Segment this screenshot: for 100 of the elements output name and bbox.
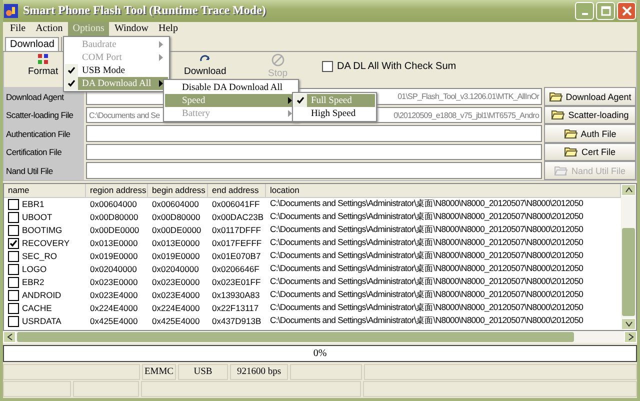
table-cell-text: 0x023E01FF xyxy=(211,277,262,288)
table-cell: RECOVERY xyxy=(22,238,70,248)
table-cell-text: C:\Documents and Settings\Administrator\桌面\N8000\N8000_20120507\N8000\2012050 xyxy=(269,289,584,302)
table-cell-text: 0x006041FF xyxy=(211,199,261,210)
menu-item[interactable]: Action xyxy=(30,22,68,36)
menu-option[interactable]: USB Mode xyxy=(65,64,168,77)
table-cell-text: 0x425E4000 xyxy=(89,316,139,326)
table-cell-text: C:\Documents and Settings\Administrator\桌面\N8000\N8000_20120507\N8000\2012050 xyxy=(269,224,584,236)
progress-text: 0% xyxy=(313,348,327,360)
folder-icon xyxy=(564,128,578,139)
window-title: Smart Phone Flash Tool (Runtime Trace Mode) xyxy=(23,3,267,18)
row-checkbox[interactable] xyxy=(8,264,19,275)
table-cell-text: C:\Documents and Settings\Administrator\桌面\N8000\N8000_20120507\N8000\2012050 xyxy=(269,211,584,224)
table-cell-text: 0x00DE0000 xyxy=(151,225,202,236)
table-cell-text: C:\Documents and Settings\Administrator\桌面\N8000\N8000_20120507\N8000\2012050 xyxy=(269,263,584,276)
table-cell-text: 0x01E070B7 xyxy=(211,251,262,262)
maximize-icon xyxy=(600,6,610,16)
table-cell-text: 0x013E0000 xyxy=(89,238,139,248)
table-cell-text: 0x224E4000 xyxy=(151,303,201,314)
path-text: C:\Documents and Se xyxy=(89,110,160,120)
close-button[interactable] xyxy=(617,2,636,20)
row-checkbox[interactable] xyxy=(8,212,19,223)
table-cell: EBR2 xyxy=(22,277,44,288)
table-cell-text: 0x023E0000 xyxy=(89,277,139,288)
table-cell-text: 0x019E0000 xyxy=(151,251,201,262)
row-checkbox[interactable] xyxy=(8,250,19,262)
table-cell: ANDROID xyxy=(22,290,62,300)
table-cell-text: 0x017FEFFF xyxy=(211,238,263,248)
table-cell-text: 0x00604000 xyxy=(151,199,200,210)
file-button[interactable]: Auth File xyxy=(544,124,636,143)
submenu-arrow-icon xyxy=(159,80,164,87)
table-cell-text: 0x00DE0000 xyxy=(89,225,140,236)
table-cell: UBOOT xyxy=(22,212,52,222)
column-header[interactable]: name xyxy=(4,184,86,197)
close-icon xyxy=(622,6,632,16)
file-path-field[interactable] xyxy=(86,125,542,142)
vertical-scrollbar[interactable] xyxy=(621,184,636,330)
table-cell-text: 0x02040000 xyxy=(151,264,200,274)
check-icon xyxy=(296,96,305,105)
column-header[interactable]: begin address xyxy=(148,184,208,197)
format-icon xyxy=(37,53,50,66)
field-label: Nand Util File xyxy=(4,161,84,180)
table-cell: CACHE xyxy=(22,303,52,314)
table-cell-text: C:\Documents and Settings\Administrator\桌面\N8000\N8000_20120507\N8000\2012050 xyxy=(269,276,584,288)
scroll-down-icon xyxy=(624,320,632,327)
minimize-icon xyxy=(582,12,588,15)
table-cell-text: 0x013E0000 xyxy=(151,238,201,248)
menu-option[interactable]: High Speed xyxy=(294,107,375,120)
checksum-checkbox[interactable]: DA DL All With Check Sum xyxy=(322,61,456,72)
folder-icon xyxy=(554,166,568,176)
column-header[interactable]: region address xyxy=(86,184,148,197)
table-cell-text: 0x019E0000 xyxy=(89,251,139,262)
row-checkbox[interactable] xyxy=(8,238,19,249)
table-cell-text: 0x02040000 xyxy=(89,264,138,274)
path-text: 01\SP_Flash_Tool_v3.1206.01\MTK_AllInOr xyxy=(398,92,539,102)
table-cell-text: 0x00D80000 xyxy=(151,212,202,222)
field-label: Scatter-loading File xyxy=(4,106,84,124)
format-button[interactable]: Format xyxy=(26,53,60,78)
table-cell-text: 0x023E0000 xyxy=(151,277,201,288)
table-cell: LOGO xyxy=(22,264,47,274)
field-label: Certification File xyxy=(4,142,84,162)
table-cell-text: 0x0206646F xyxy=(211,264,260,274)
status-text: EMMC xyxy=(142,364,176,380)
table-cell-text: 0x023E4000 xyxy=(151,290,201,300)
table-cell-text: 0x437D913B xyxy=(211,316,262,326)
file-path-field[interactable] xyxy=(86,144,542,160)
horizontal-scrollbar[interactable] xyxy=(3,330,637,343)
file-button[interactable]: Cert File xyxy=(544,142,636,162)
table-cell-text: 0x00604000 xyxy=(89,199,138,210)
row-checkbox[interactable] xyxy=(8,316,19,327)
table-cell: SEC_RO xyxy=(22,251,57,262)
column-header[interactable]: end address xyxy=(208,184,266,197)
row-checkbox[interactable] xyxy=(8,224,19,236)
status-text: USB xyxy=(178,364,228,380)
scroll-up-icon xyxy=(624,186,632,193)
menu-item[interactable]: Help xyxy=(154,22,183,36)
file-button[interactable]: Scatter-loading xyxy=(544,106,636,124)
row-checkbox[interactable] xyxy=(8,276,19,288)
path-text: 0\20120509_e1808_v75_jbl1\MT6575_Andro xyxy=(394,110,539,120)
table-cell-text: 0x22F13117 xyxy=(211,303,260,314)
file-path-field[interactable] xyxy=(86,162,542,179)
field-label: Authentication File xyxy=(4,124,84,143)
menu-item[interactable]: File xyxy=(5,22,31,36)
row-checkbox[interactable] xyxy=(8,302,19,314)
row-checkbox[interactable] xyxy=(8,198,19,210)
row-checkbox[interactable] xyxy=(8,290,19,301)
menu-item[interactable]: Window xyxy=(109,22,154,36)
folder-icon xyxy=(548,92,563,102)
field-label: Download Agent xyxy=(4,87,84,106)
table-cell: BOOTIMG xyxy=(22,225,62,236)
table-cell-text: C:\Documents and Settings\Administrator\桌面\N8000\N8000_20120507\N8000\2012050 xyxy=(269,302,584,314)
scroll-right-icon xyxy=(628,332,634,341)
download-button[interactable]: Download xyxy=(182,53,228,78)
table-cell-text: C:\Documents and Settings\Administrator\桌面\N8000\N8000_20120507\N8000\2012050 xyxy=(269,250,584,262)
scroll-left-icon xyxy=(6,332,12,341)
tab[interactable]: Download xyxy=(5,37,60,52)
file-button[interactable]: Download Agent xyxy=(544,87,636,106)
folder-icon xyxy=(551,110,566,120)
table-cell-text: C:\Documents and Settings\Administrator\桌面\N8000\N8000_20120507\N8000\2012050 xyxy=(269,237,584,250)
table-cell-text: 0x00DAC23B xyxy=(211,212,265,222)
